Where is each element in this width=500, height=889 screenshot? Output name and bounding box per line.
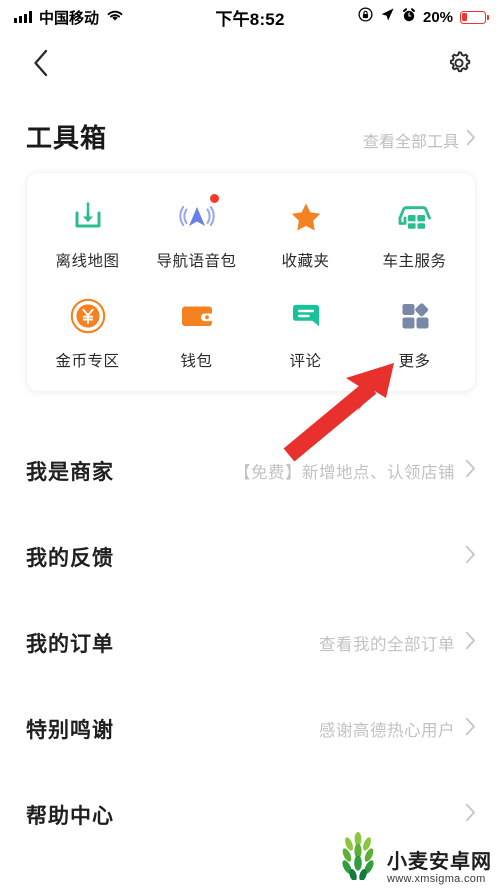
offline-map-download-icon	[67, 195, 109, 237]
list-item-subtitle: 查看我的全部订单	[319, 636, 455, 654]
list-item-right: 感谢高德热心用户	[319, 717, 476, 741]
navigation-voice-icon	[176, 194, 219, 237]
tool-navigation-voice[interactable]: 导航语音包	[142, 194, 251, 271]
tool-label: 评论	[289, 353, 322, 370]
status-bar-right: 20%	[285, 7, 490, 27]
tool-car-service[interactable]: 车主服务	[360, 195, 469, 271]
tool-offline-map[interactable]: 离线地图	[33, 195, 142, 271]
wheat-logo-icon	[335, 830, 381, 885]
gear-icon	[444, 48, 474, 83]
tool-label: 收藏夹	[281, 253, 330, 270]
chevron-right-icon	[466, 129, 476, 151]
status-bar: 中国移动 下午8:52 20%	[0, 0, 500, 34]
status-bar-left: 中国移动	[14, 7, 215, 28]
car-service-icon	[394, 195, 436, 237]
list-item-feedback[interactable]: 我的反馈	[0, 514, 500, 600]
chevron-right-icon	[465, 803, 476, 827]
list-item-orders[interactable]: 我的订单 查看我的全部订单	[0, 600, 500, 686]
chevron-right-icon	[465, 545, 476, 569]
settings-button[interactable]	[442, 48, 476, 82]
see-all-tools-link[interactable]: 查看全部工具	[363, 128, 476, 152]
location-arrow-icon	[380, 7, 395, 27]
back-chevron-icon	[30, 48, 52, 83]
star-icon	[285, 195, 327, 237]
page-title: 工具箱	[26, 123, 108, 153]
tool-label: 金币专区	[55, 353, 120, 370]
tool-comments[interactable]: 评论	[251, 295, 360, 371]
tool-favorites[interactable]: 收藏夹	[251, 195, 360, 271]
battery-percent-label: 20%	[422, 8, 454, 26]
list-item-right: 查看我的全部订单	[319, 631, 476, 655]
phone-screen: 中国移动 下午8:52 20% 工具箱 查看全部工具 离线地图 导航语音包 收藏…	[0, 0, 500, 889]
list-item-subtitle: 【免费】新增地点、认领店铺	[234, 464, 455, 482]
wallet-icon	[176, 295, 218, 337]
settings-list: 我是商家 【免费】新增地点、认领店铺 我的反馈 我的订单 查看我的全部订单 特别…	[0, 428, 500, 858]
chevron-right-icon	[465, 717, 476, 741]
tool-label: 导航语音包	[156, 253, 237, 270]
list-item-subtitle: 感谢高德热心用户	[319, 722, 455, 740]
watermark-text: 小麦安卓网 www.xmsigma.com	[387, 851, 492, 886]
more-grid-icon	[394, 295, 436, 337]
list-item-title: 帮助中心	[26, 805, 114, 828]
tool-label: 钱包	[180, 353, 213, 370]
see-all-tools-label: 查看全部工具	[362, 134, 459, 151]
tool-wallet[interactable]: 钱包	[142, 295, 251, 371]
chevron-right-icon	[465, 459, 476, 483]
tool-label: 车主服务	[382, 253, 447, 270]
rotation-lock-icon	[358, 7, 373, 27]
back-button[interactable]	[24, 48, 58, 82]
list-item-right	[455, 545, 476, 569]
chevron-right-icon	[465, 631, 476, 655]
status-bar-time: 下午8:52	[215, 9, 285, 29]
battery-icon	[460, 10, 490, 24]
watermark: 小麦安卓网 www.xmsigma.com	[335, 830, 492, 885]
list-item-title: 我的反馈	[26, 547, 114, 570]
signal-bars-icon	[14, 11, 32, 23]
toolbox-row-2: 金币专区 钱包 评论 更多	[33, 295, 469, 371]
tool-label: 更多	[398, 353, 431, 370]
watermark-url: www.xmsigma.com	[387, 873, 486, 885]
nav-bar	[0, 34, 500, 96]
tool-more[interactable]: 更多	[360, 295, 469, 371]
list-item-right: 【免费】新增地点、认领店铺	[234, 459, 476, 483]
list-item-special-thanks[interactable]: 特别鸣谢 感谢高德热心用户	[0, 686, 500, 772]
carrier-label: 中国移动	[39, 9, 100, 27]
list-item-title: 我的订单	[26, 633, 114, 656]
toolbox-section-header: 工具箱 查看全部工具	[0, 96, 500, 155]
list-item-title: 我是商家	[26, 461, 114, 484]
alarm-clock-icon	[402, 7, 416, 27]
comment-bubble-icon	[285, 295, 327, 337]
list-item-right	[455, 803, 476, 827]
notification-badge-dot	[209, 194, 219, 203]
tool-gold-coin[interactable]: 金币专区	[33, 295, 142, 371]
wifi-icon	[106, 7, 124, 27]
tool-label: 离线地图	[55, 253, 120, 270]
list-item-title: 特别鸣谢	[26, 719, 114, 742]
toolbox-card: 离线地图 导航语音包 收藏夹 车主服务 金币专区 钱包 评论 更多	[26, 172, 476, 392]
toolbox-row-1: 离线地图 导航语音包 收藏夹 车主服务	[33, 194, 469, 271]
list-item-merchant[interactable]: 我是商家 【免费】新增地点、认领店铺	[0, 428, 500, 514]
watermark-title: 小麦安卓网	[387, 851, 492, 873]
gold-coin-icon	[67, 295, 109, 337]
